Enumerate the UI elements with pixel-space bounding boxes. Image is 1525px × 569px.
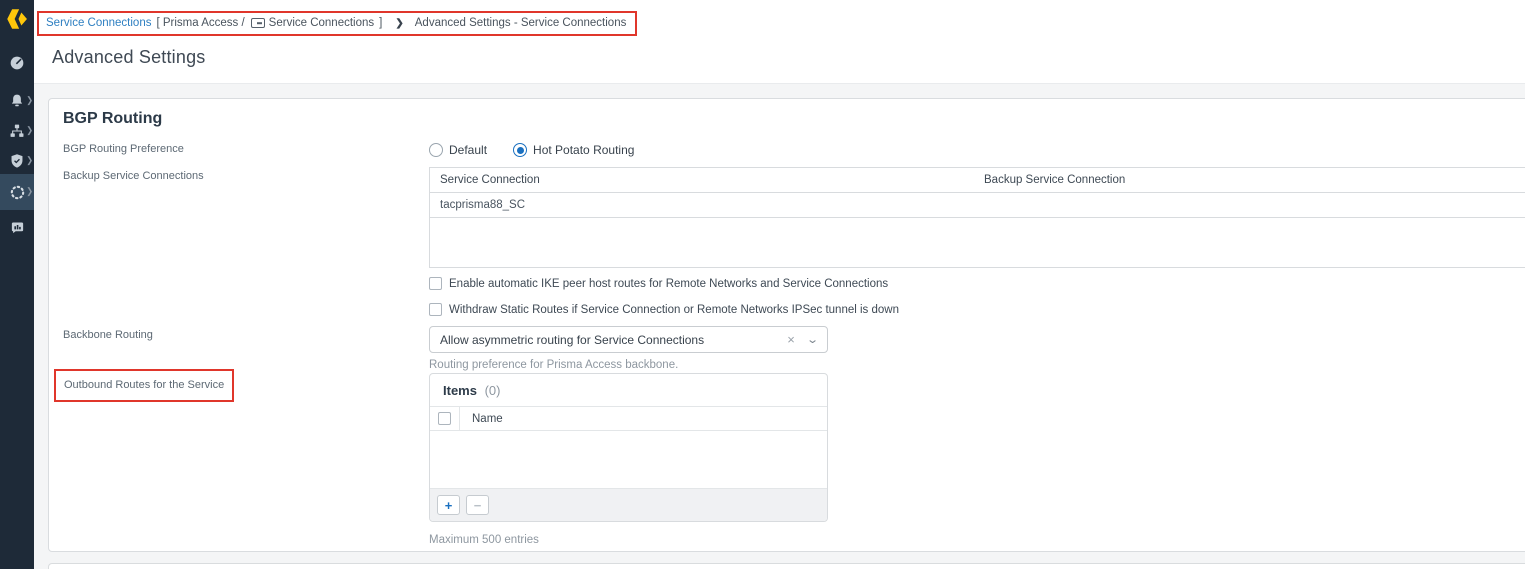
checkbox-label: Withdraw Static Routes if Service Connec…	[449, 304, 899, 316]
sidebar-item-network[interactable]: ❯	[0, 116, 34, 146]
prisma-access-logo[interactable]	[0, 0, 34, 38]
select-all-cell	[430, 407, 460, 430]
table-empty-area	[430, 218, 1525, 267]
column-header-name: Name	[460, 413, 503, 425]
radio-hot-potato-label: Hot Potato Routing	[533, 143, 634, 157]
checkbox-box[interactable]	[429, 277, 442, 290]
top-header: Service Connections [ Prisma Access / Se…	[34, 0, 1525, 84]
backbone-routing-selected-value: Allow asymmetric routing for Service Con…	[440, 333, 787, 347]
cell-service-connection: tacprisma88_SC	[430, 199, 982, 211]
outbound-routes-field: Items (0) Name +	[429, 373, 828, 546]
sidebar-item-security[interactable]: ❯	[0, 146, 34, 176]
items-count: (0)	[485, 383, 501, 398]
bgp-routing-preference-label: BGP Routing Preference	[63, 140, 429, 155]
backup-service-connections-label: Backup Service Connections	[63, 167, 429, 182]
dotted-circle-icon	[9, 184, 26, 201]
checkbox-enable-ike-peer-host-routes[interactable]: Enable automatic IKE peer host routes fo…	[429, 273, 1525, 294]
backbone-routing-select[interactable]: Allow asymmetric routing for Service Con…	[429, 326, 828, 353]
shield-check-icon	[9, 153, 25, 169]
section-title-bgp-routing: BGP Routing	[63, 109, 1525, 129]
gauge-icon	[9, 55, 25, 71]
annotation-box-breadcrumb: Service Connections [ Prisma Access / Se…	[37, 11, 637, 36]
radio-hot-potato-routing[interactable]: Hot Potato Routing	[513, 143, 634, 157]
table-row[interactable]: tacprisma88_SC	[430, 193, 1525, 218]
chevron-right-icon: ❯	[26, 157, 33, 166]
sidebar-item-insights[interactable]	[0, 212, 34, 242]
main-area: Service Connections [ Prisma Access / Se…	[34, 0, 1525, 569]
radio-circle-default[interactable]	[429, 143, 443, 157]
select-all-checkbox[interactable]	[438, 412, 451, 425]
breadcrumb-context-item: Service Connections	[269, 17, 374, 29]
outbound-routes-label-cell: Outbound Routes for the Service	[63, 373, 429, 402]
items-panel-footer: + −	[430, 488, 827, 521]
row-outbound-routes: Outbound Routes for the Service Items (0…	[63, 373, 1525, 546]
breadcrumb-context-suffix: ]	[379, 17, 382, 29]
row-bgp-routing-preference: BGP Routing Preference Default Hot Potat…	[63, 140, 1525, 167]
table-header-row: Service Connection Backup Service Connec…	[430, 168, 1525, 193]
chevron-right-icon: ❯	[26, 127, 33, 136]
alarm-bell-icon	[9, 93, 25, 109]
checkbox-withdraw-static-routes[interactable]: Withdraw Static Routes if Service Connec…	[429, 299, 1525, 320]
add-item-button[interactable]: +	[437, 495, 460, 515]
chevron-down-icon[interactable]: ⌄	[806, 333, 819, 346]
sitemap-icon	[9, 123, 25, 139]
sidebar-item-workflows-selected[interactable]: ❯	[0, 174, 34, 210]
backbone-routing-label: Backbone Routing	[63, 326, 429, 341]
outbound-routes-label: Outbound Routes for the Service	[64, 379, 224, 391]
items-panel-header: Items (0)	[430, 374, 827, 407]
page-title: Advanced Settings	[52, 47, 206, 68]
breadcrumb: Service Connections [ Prisma Access / Se…	[46, 17, 626, 29]
items-empty-body	[430, 431, 827, 488]
chevron-right-icon: ❯	[26, 97, 33, 106]
breadcrumb-link-service-connections[interactable]: Service Connections	[46, 17, 151, 29]
items-column-header-row: Name	[430, 407, 827, 431]
chevron-right-icon: ❯	[26, 188, 33, 197]
app-root: ❯ ❯ ❯ ❯	[0, 0, 1525, 569]
backbone-routing-helper-text: Routing preference for Prisma Access bac…	[429, 359, 828, 371]
annotation-box-outbound-routes: Outbound Routes for the Service	[54, 369, 234, 402]
column-header-backup-service-connection: Backup Service Connection	[982, 174, 1525, 186]
prisma-logo-icon	[4, 6, 30, 32]
service-connections-card-icon	[251, 18, 265, 28]
bgp-routing-preference-radios: Default Hot Potato Routing	[429, 140, 634, 160]
radio-default[interactable]: Default	[429, 143, 487, 157]
breadcrumb-current: Advanced Settings - Service Connections	[415, 17, 627, 29]
items-panel: Items (0) Name +	[429, 373, 828, 522]
row-backbone-routing: Backbone Routing Allow asymmetric routin…	[63, 326, 1525, 371]
bgp-routing-card: BGP Routing BGP Routing Preference Defau…	[48, 98, 1525, 552]
sidebar-item-alerts[interactable]: ❯	[0, 86, 34, 116]
max-entries-note: Maximum 500 entries	[429, 534, 828, 546]
sidebar: ❯ ❯ ❯ ❯	[0, 0, 34, 569]
checkbox-label: Enable automatic IKE peer host routes fo…	[449, 278, 888, 290]
checkbox-box[interactable]	[429, 303, 442, 316]
remove-item-button[interactable]: −	[466, 495, 489, 515]
sidebar-item-dashboard[interactable]	[0, 48, 34, 78]
clear-icon[interactable]: ×	[787, 332, 795, 347]
column-header-service-connection: Service Connection	[430, 174, 982, 186]
content-area: BGP Routing BGP Routing Preference Defau…	[34, 84, 1525, 569]
items-title: Items	[443, 383, 477, 398]
row-backup-service-connections: Backup Service Connections Service Conne…	[63, 167, 1525, 320]
radio-circle-hot-potato[interactable]	[513, 143, 527, 157]
backup-service-connections-table: Service Connection Backup Service Connec…	[429, 167, 1525, 268]
insights-panel-icon	[10, 220, 25, 235]
next-section-card-edge	[48, 563, 1525, 569]
breadcrumb-context-prefix: [ Prisma Access /	[156, 17, 244, 29]
radio-default-label: Default	[449, 143, 487, 157]
backup-service-connections-field: Service Connection Backup Service Connec…	[429, 167, 1525, 320]
chevron-right-icon: ❯	[395, 18, 403, 29]
backbone-routing-field: Allow asymmetric routing for Service Con…	[429, 326, 828, 371]
